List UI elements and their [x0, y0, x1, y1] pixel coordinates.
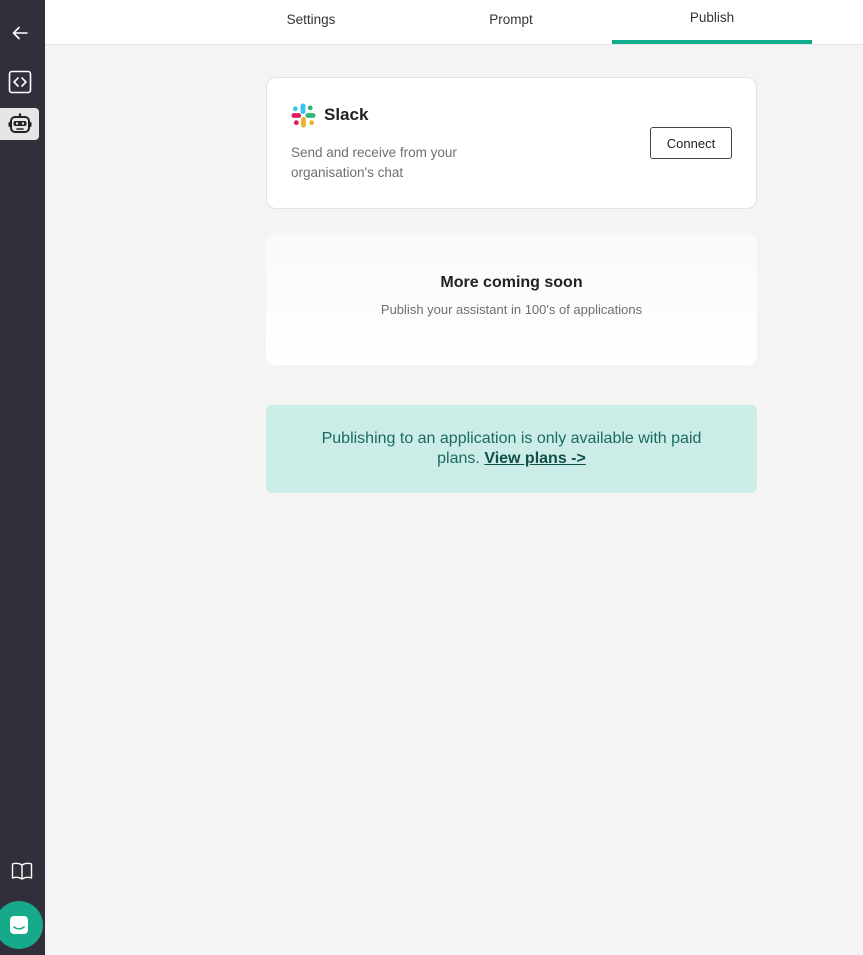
slack-title: Slack [324, 105, 369, 124]
coming-soon-subtitle: Publish your assistant in 100's of appli… [380, 302, 643, 317]
code-button[interactable] [0, 66, 40, 98]
code-icon [8, 70, 32, 94]
tab-publish[interactable]: Publish [612, 0, 812, 44]
book-icon [11, 862, 33, 880]
assistant-button[interactable] [0, 108, 39, 140]
connect-button[interactable]: Connect [650, 127, 732, 159]
slack-description: Send and receive from your organisation'… [291, 145, 457, 180]
chat-icon [10, 916, 28, 934]
paid-plan-notice: Publishing to an application is only ava… [266, 405, 757, 493]
coming-soon-card: More coming soon Publish your assistant … [266, 233, 757, 365]
coming-soon-title: More coming soon [440, 274, 583, 291]
docs-button[interactable] [2, 855, 42, 887]
view-plans-link[interactable]: View plans -> [484, 450, 586, 467]
back-button[interactable] [0, 17, 40, 49]
slack-icon [291, 103, 316, 128]
side-nav [0, 0, 45, 955]
tab-prompt[interactable]: Prompt [411, 0, 611, 44]
tab-bar: Settings Prompt Publish [45, 0, 863, 45]
tab-settings[interactable]: Settings [211, 0, 411, 44]
arrow-left-icon [12, 26, 28, 40]
slack-integration-card: Slack Send and receive from your organis… [266, 77, 757, 209]
robot-icon [8, 113, 31, 133]
chat-launcher-button[interactable] [0, 901, 43, 949]
